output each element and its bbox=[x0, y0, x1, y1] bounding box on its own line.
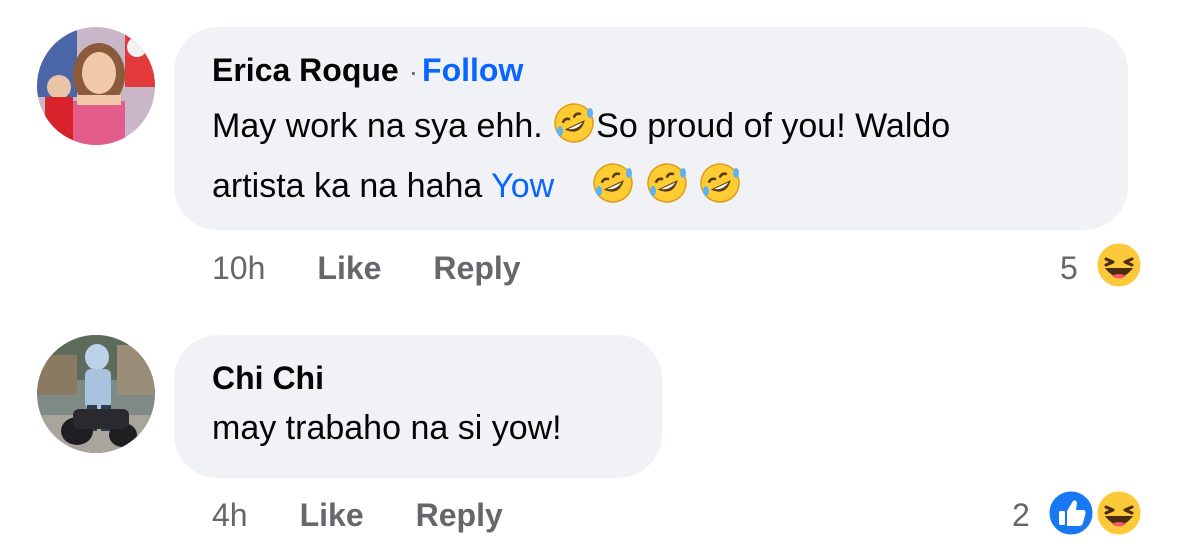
comment-bubble: Erica Roque · Follow May work na sya ehh. … bbox=[174, 27, 1128, 230]
like-reaction-icon[interactable] bbox=[1046, 488, 1096, 538]
comment-text: May work na sya ehh. bbox=[212, 107, 543, 145]
reaction-count[interactable]: 5 bbox=[1060, 250, 1078, 287]
mention-link[interactable]: Yow bbox=[491, 167, 554, 205]
reply-button[interactable]: Reply bbox=[433, 250, 520, 286]
comment-text-continued: So proud of you! Waldo bbox=[596, 107, 951, 145]
author-name[interactable]: Chi Chi bbox=[212, 360, 324, 397]
comment-text: artista ka na haha bbox=[212, 167, 483, 205]
avatar-erica-roque[interactable] bbox=[37, 27, 155, 145]
reply-button[interactable]: Reply bbox=[416, 497, 503, 533]
comment-text-line-2: artista ka na haha Yow bbox=[212, 161, 742, 206]
comment-actions: 4h Like Reply bbox=[212, 497, 503, 534]
rofl-emoji-icon bbox=[645, 161, 689, 205]
timestamp[interactable]: 4h bbox=[212, 497, 248, 533]
author-name[interactable]: Erica Roque · Follow bbox=[212, 52, 523, 89]
separator-dot: · bbox=[408, 56, 419, 87]
avatar-chi-chi[interactable] bbox=[37, 335, 155, 453]
comment-text-line-1: May work na sya ehh. So proud of you! Wa… bbox=[212, 101, 950, 146]
follow-button[interactable]: Follow bbox=[422, 52, 523, 88]
haha-reaction-icon[interactable] bbox=[1094, 488, 1144, 538]
comment-actions: 10h Like Reply bbox=[212, 250, 521, 287]
comment-text: may trabaho na si yow! bbox=[212, 409, 562, 447]
rofl-emoji-icon bbox=[591, 161, 635, 205]
rofl-emoji-icon bbox=[698, 161, 742, 205]
like-button[interactable]: Like bbox=[300, 497, 364, 533]
haha-reaction-icon[interactable] bbox=[1094, 240, 1144, 290]
like-button[interactable]: Like bbox=[317, 250, 381, 286]
reaction-count[interactable]: 2 bbox=[1012, 497, 1030, 534]
rofl-emoji-icon bbox=[552, 101, 596, 145]
comment-bubble: Chi Chi may trabaho na si yow! bbox=[174, 335, 662, 478]
timestamp[interactable]: 10h bbox=[212, 250, 265, 286]
